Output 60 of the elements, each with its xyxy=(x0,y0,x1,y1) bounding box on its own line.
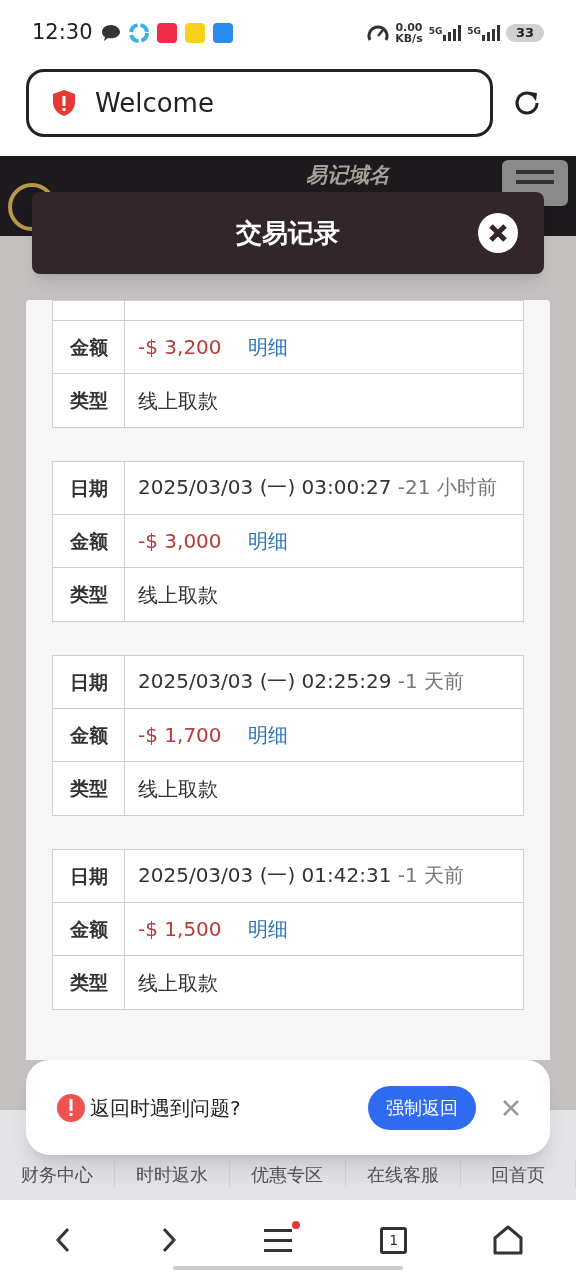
row-label: 类型 xyxy=(53,762,125,815)
signal-icon xyxy=(482,25,500,41)
type-text: 线上取款 xyxy=(138,969,218,997)
row-label: 金额 xyxy=(53,515,125,567)
speed-gauge-icon xyxy=(367,24,390,42)
domain-label: 易记域名 xyxy=(306,162,390,189)
amount-text: -$ 1,500 xyxy=(138,916,222,943)
warning-shield-icon xyxy=(51,89,77,117)
date-cell-text: 2025/03/03 (一) 02:25:29 -1 天前 xyxy=(137,668,466,695)
type-text: 线上取款 xyxy=(138,775,218,803)
detail-link[interactable]: 明细 xyxy=(247,526,288,556)
close-button[interactable] xyxy=(478,213,518,253)
type-text: 线上取款 xyxy=(138,387,218,415)
row-label: 金额 xyxy=(53,709,125,761)
toast-message: 返回时遇到问题? xyxy=(90,1094,241,1122)
error-icon xyxy=(56,1092,86,1123)
nav-item[interactable]: 时时返水 xyxy=(115,1161,231,1188)
row-label: 金额 xyxy=(53,903,125,955)
home-icon[interactable] xyxy=(493,1225,524,1255)
tabs-button[interactable]: 1 xyxy=(380,1226,408,1254)
close-icon[interactable] xyxy=(502,1098,520,1117)
amount-text: -$ 3,200 xyxy=(138,334,222,361)
app-icon xyxy=(128,23,149,43)
force-back-button[interactable]: 强制返回 xyxy=(368,1085,476,1130)
amount-text: -$ 1,700 xyxy=(138,722,222,749)
row-label: 类型 xyxy=(53,568,125,621)
speed-unit: KB/s xyxy=(395,33,423,44)
app-icon xyxy=(184,23,205,43)
app-icon xyxy=(212,23,233,43)
type-text: 线上取款 xyxy=(138,581,218,609)
battery-indicator: 33 xyxy=(506,24,544,42)
signal-icon xyxy=(443,25,462,41)
detail-link[interactable]: 明细 xyxy=(247,914,288,944)
row-label: 类型 xyxy=(53,956,125,1009)
date-cell-text: 2025/03/03 (一) 03:00:27 -21 小时前 xyxy=(137,474,498,501)
modal-title: 交易记录 xyxy=(236,216,340,250)
network-type-text: 5G xyxy=(467,25,481,38)
nav-item[interactable]: 财务中心 xyxy=(0,1161,116,1188)
close-icon xyxy=(488,223,508,243)
clock-text: 12:30 xyxy=(32,19,93,47)
detail-link[interactable]: 明细 xyxy=(247,332,288,362)
menu-icon[interactable] xyxy=(264,1227,295,1253)
network-type-text: 5G xyxy=(428,25,443,38)
row-label: 类型 xyxy=(53,374,125,427)
detail-link[interactable]: 明细 xyxy=(247,720,288,750)
date-cell-text: 2025/03/03 (一) 01:42:31 -1 天前 xyxy=(137,862,466,889)
row-label: 金额 xyxy=(53,321,125,373)
row-label: 日期 xyxy=(53,656,125,708)
row-label: 日期 xyxy=(53,850,125,902)
speed-value: 0.00 xyxy=(395,22,423,33)
nav-item[interactable]: 回首页 xyxy=(460,1161,576,1188)
address-bar[interactable]: Welcome xyxy=(26,69,493,137)
app-icon xyxy=(156,23,177,43)
nav-item[interactable]: 在线客服 xyxy=(345,1161,461,1188)
amount-text: -$ 3,000 xyxy=(138,528,222,555)
chat-icon xyxy=(100,24,121,42)
reload-icon[interactable] xyxy=(513,89,541,117)
nav-item[interactable]: 优惠专区 xyxy=(230,1161,346,1188)
row-label: 日期 xyxy=(53,462,125,514)
page-title: Welcome xyxy=(95,86,214,120)
